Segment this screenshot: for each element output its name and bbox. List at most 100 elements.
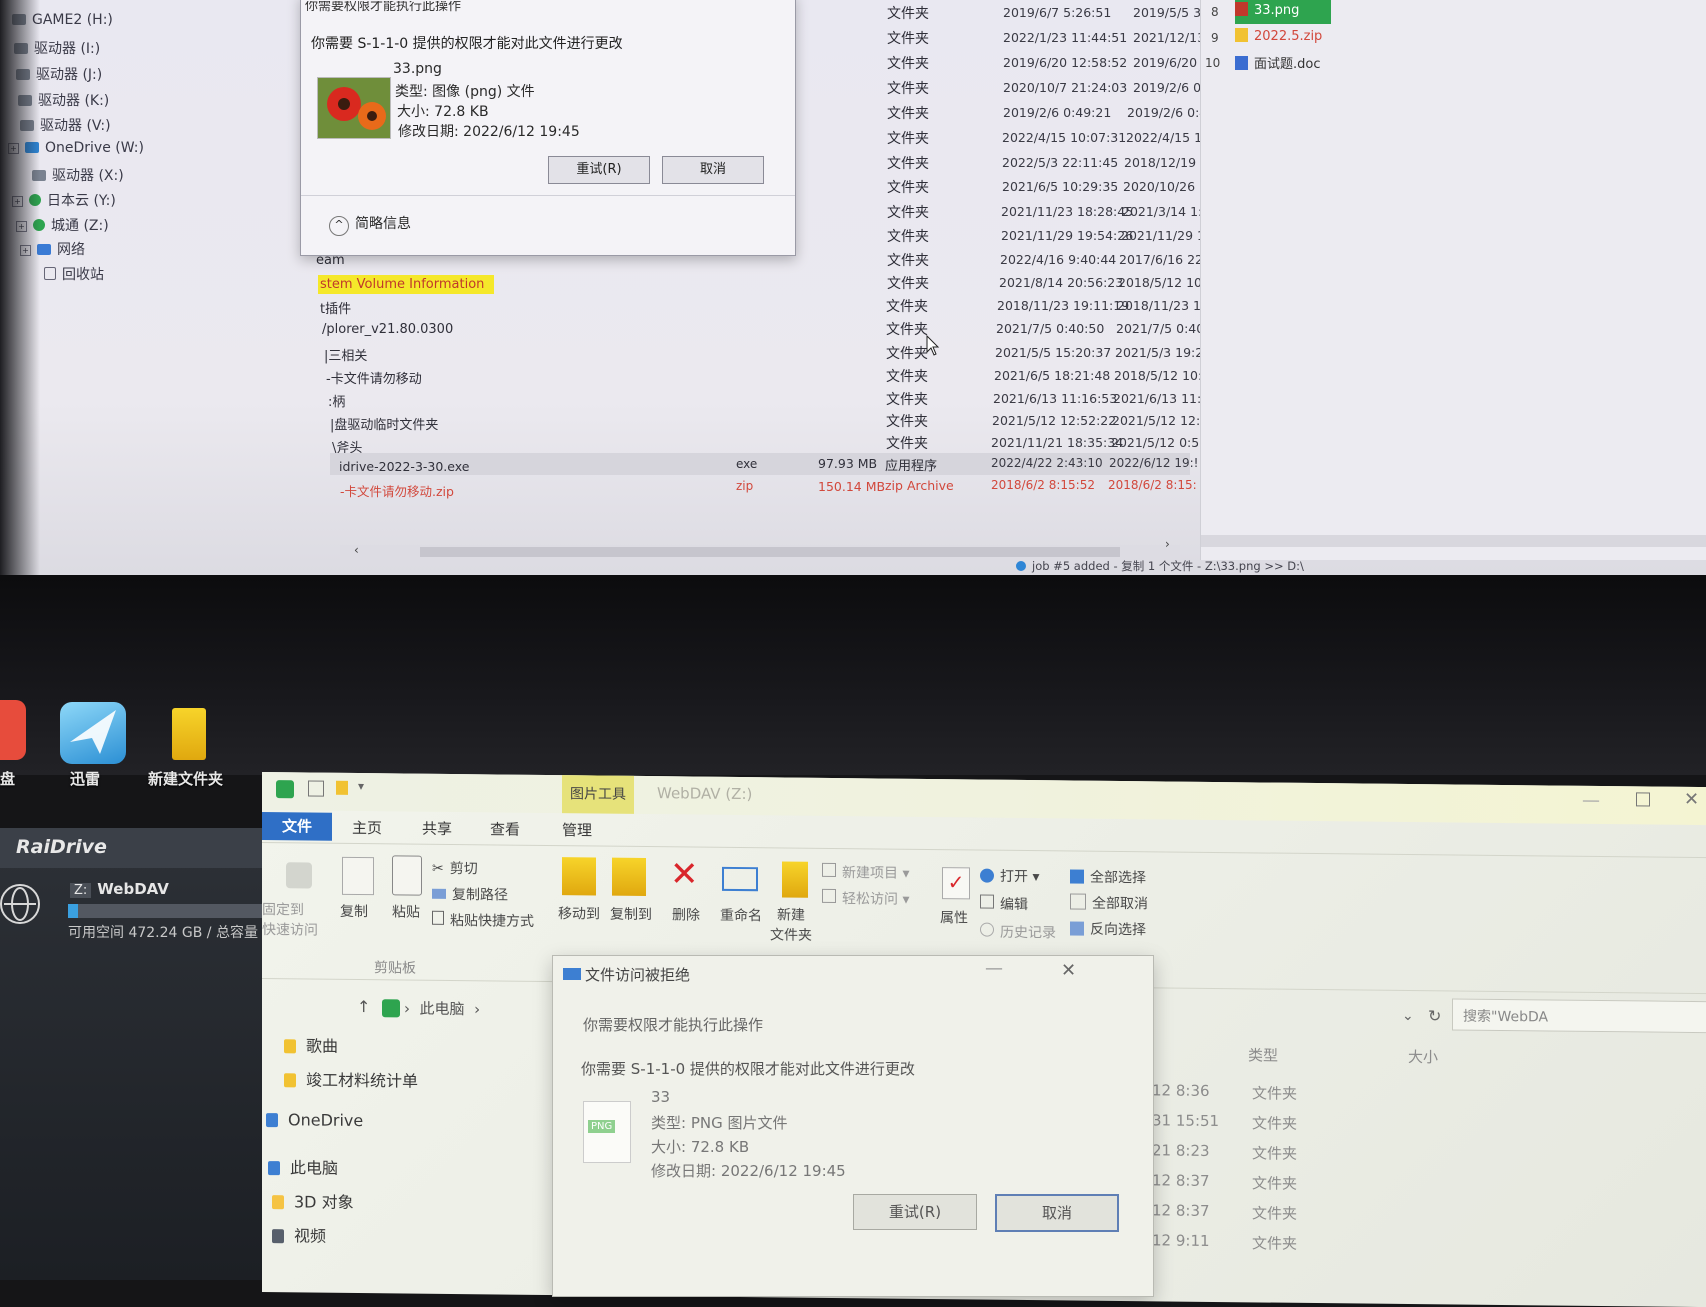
- chevron-down-icon[interactable]: ⌄: [1402, 1008, 1414, 1024]
- tab-view[interactable]: 查看: [490, 818, 520, 839]
- file-size: 97.93 MB: [818, 456, 878, 471]
- row-date: 12 8:37: [1152, 1171, 1210, 1190]
- nav-item-3d[interactable]: 3D 对象: [272, 1188, 354, 1213]
- copy-path-button[interactable]: 复制路径: [432, 884, 508, 905]
- cut-button[interactable]: ✂ 剪切: [432, 858, 478, 878]
- picture-tools-tab[interactable]: 图片工具: [562, 775, 634, 814]
- file-modified: 2018/11/23 19:11:19: [997, 298, 1130, 313]
- nav-item-this-pc[interactable]: 此电脑: [268, 1154, 338, 1179]
- delete-icon[interactable]: ✕: [670, 854, 699, 894]
- nav-item-songs[interactable]: 歌曲: [284, 1032, 338, 1057]
- right-file-row[interactable]: 9 2022.5.zip: [1211, 28, 1322, 45]
- desktop-icon-label[interactable]: 盘: [0, 768, 15, 789]
- tab-share[interactable]: 共享: [422, 818, 452, 839]
- maximize-icon[interactable]: [1636, 792, 1650, 807]
- tab-manage[interactable]: 管理: [562, 819, 592, 840]
- tab-file[interactable]: 文件: [262, 812, 332, 841]
- open-button[interactable]: 打开 ▾: [980, 866, 1039, 887]
- delete-label[interactable]: 删除: [672, 904, 700, 924]
- clipboard-group-label: 剪贴板: [374, 960, 416, 977]
- move-to-icon[interactable]: [562, 857, 596, 896]
- row-date: 21 8:23: [1152, 1141, 1210, 1160]
- minimize-icon[interactable]: —: [985, 958, 1003, 979]
- scrollbar-thumb[interactable]: [420, 547, 1120, 557]
- file-name[interactable]: t插件: [320, 298, 351, 317]
- select-all-button[interactable]: 全部选择: [1070, 866, 1146, 887]
- properties-icon[interactable]: ✓: [942, 867, 970, 900]
- new-folder-label[interactable]: 新建 文件夹: [770, 905, 812, 945]
- checkbox-icon[interactable]: [308, 780, 324, 797]
- dropdown-icon[interactable]: ▾: [358, 779, 364, 793]
- paste-shortcut-button[interactable]: 粘贴快捷方式: [432, 910, 534, 931]
- edit-button[interactable]: 编辑: [980, 894, 1028, 915]
- file-modified: 2021/6/5 10:29:35: [1002, 179, 1119, 194]
- file-name[interactable]: -卡文件请勿移动: [326, 368, 422, 387]
- retry-button[interactable]: 重试(R): [548, 156, 650, 184]
- new-item-button[interactable]: 新建项目 ▾: [822, 862, 909, 883]
- close-icon[interactable]: ✕: [1061, 960, 1076, 981]
- file-name[interactable]: |三相关: [324, 345, 367, 364]
- nav-item-stats[interactable]: 竣工材料统计单: [284, 1066, 418, 1091]
- scroll-right-icon[interactable]: ›: [1165, 537, 1170, 551]
- retry-button[interactable]: 重试(R): [853, 1194, 977, 1230]
- drive-entry[interactable]: Z: WebDAV: [70, 880, 169, 898]
- invert-selection-button[interactable]: 反向选择: [1070, 918, 1146, 939]
- move-to-label[interactable]: 移动到: [558, 903, 600, 923]
- column-header-size[interactable]: 大小: [1408, 1046, 1438, 1067]
- file-name[interactable]: :柄: [328, 391, 345, 410]
- file-created: 2018/5/12 10:(: [1118, 275, 1212, 290]
- desktop-icon-label[interactable]: 新建文件夹: [148, 768, 223, 789]
- file-date: 修改日期: 2022/6/12 19:45: [398, 124, 580, 140]
- right-file-row[interactable]: 10 面试题.doc: [1205, 53, 1321, 72]
- copy-label[interactable]: 复制: [340, 901, 368, 921]
- thunder-app-icon[interactable]: [60, 702, 126, 764]
- properties-label[interactable]: 属性: [940, 907, 968, 927]
- rename-icon[interactable]: [722, 866, 758, 892]
- history-button[interactable]: 历史记录: [980, 922, 1056, 943]
- search-input[interactable]: 搜索"WebDA: [1452, 998, 1706, 1034]
- select-none-button[interactable]: 全部取消: [1070, 892, 1148, 913]
- column-header-type[interactable]: 类型: [1248, 1044, 1278, 1065]
- file-name[interactable]: /plorer_v21.80.0300: [322, 322, 453, 337]
- desktop-icon-label[interactable]: 迅雷: [70, 768, 100, 789]
- copy-to-label[interactable]: 复制到: [610, 904, 652, 924]
- cancel-button[interactable]: 取消: [662, 156, 764, 184]
- file-created: 2018/5/12 10::: [1114, 368, 1207, 383]
- nav-item-videos[interactable]: 视频: [272, 1222, 326, 1247]
- file-name-selected[interactable]: stem Volume Information: [318, 275, 495, 294]
- rename-label[interactable]: 重命名: [720, 905, 762, 925]
- minimize-icon[interactable]: —: [1582, 790, 1600, 811]
- space-progress-fill: [68, 904, 78, 918]
- copy-to-icon[interactable]: [612, 857, 646, 897]
- right-scrollbar[interactable]: [1201, 535, 1706, 547]
- tab-home[interactable]: 主页: [352, 817, 382, 838]
- app-icon[interactable]: [0, 700, 26, 760]
- file-type: 文件夹: [887, 205, 929, 221]
- breadcrumb[interactable]: › 此电脑 ›: [404, 997, 480, 1019]
- details-toggle[interactable]: ^ 简略信息: [329, 213, 411, 236]
- folder-icon[interactable]: [172, 708, 206, 760]
- folder-icon[interactable]: [336, 780, 348, 795]
- new-folder-icon[interactable]: [782, 861, 808, 898]
- file-type: 文件夹: [887, 31, 929, 47]
- select-all-icon: [1070, 869, 1084, 884]
- up-arrow-icon[interactable]: ↑: [357, 997, 370, 1016]
- paste-icon[interactable]: [392, 855, 422, 896]
- paste-label[interactable]: 粘贴: [392, 901, 420, 921]
- pin-label[interactable]: 固定到 快速访问: [262, 900, 318, 941]
- right-file-row[interactable]: 8 33.png: [1211, 2, 1299, 19]
- file-name[interactable]: |盘驱动临时文件夹: [330, 414, 438, 433]
- easy-access-button[interactable]: 轻松访问 ▾: [822, 888, 909, 909]
- refresh-icon[interactable]: ↻: [1428, 1006, 1441, 1025]
- close-icon[interactable]: ✕: [1684, 789, 1699, 810]
- copy-icon[interactable]: [342, 856, 374, 896]
- scroll-left-icon[interactable]: ‹: [354, 543, 359, 557]
- file-name[interactable]: -卡文件请勿移动.zip: [340, 481, 454, 500]
- nav-item-onedrive[interactable]: OneDrive: [266, 1110, 363, 1130]
- file-type: 应用程序: [885, 459, 938, 474]
- file-name[interactable]: idrive-2022-3-30.exe: [339, 459, 469, 474]
- cancel-button[interactable]: 取消: [995, 1194, 1119, 1232]
- drive-icon: [382, 999, 400, 1018]
- pin-icon[interactable]: [286, 862, 312, 889]
- horizontal-scrollbar[interactable]: ‹ ›: [340, 537, 1180, 559]
